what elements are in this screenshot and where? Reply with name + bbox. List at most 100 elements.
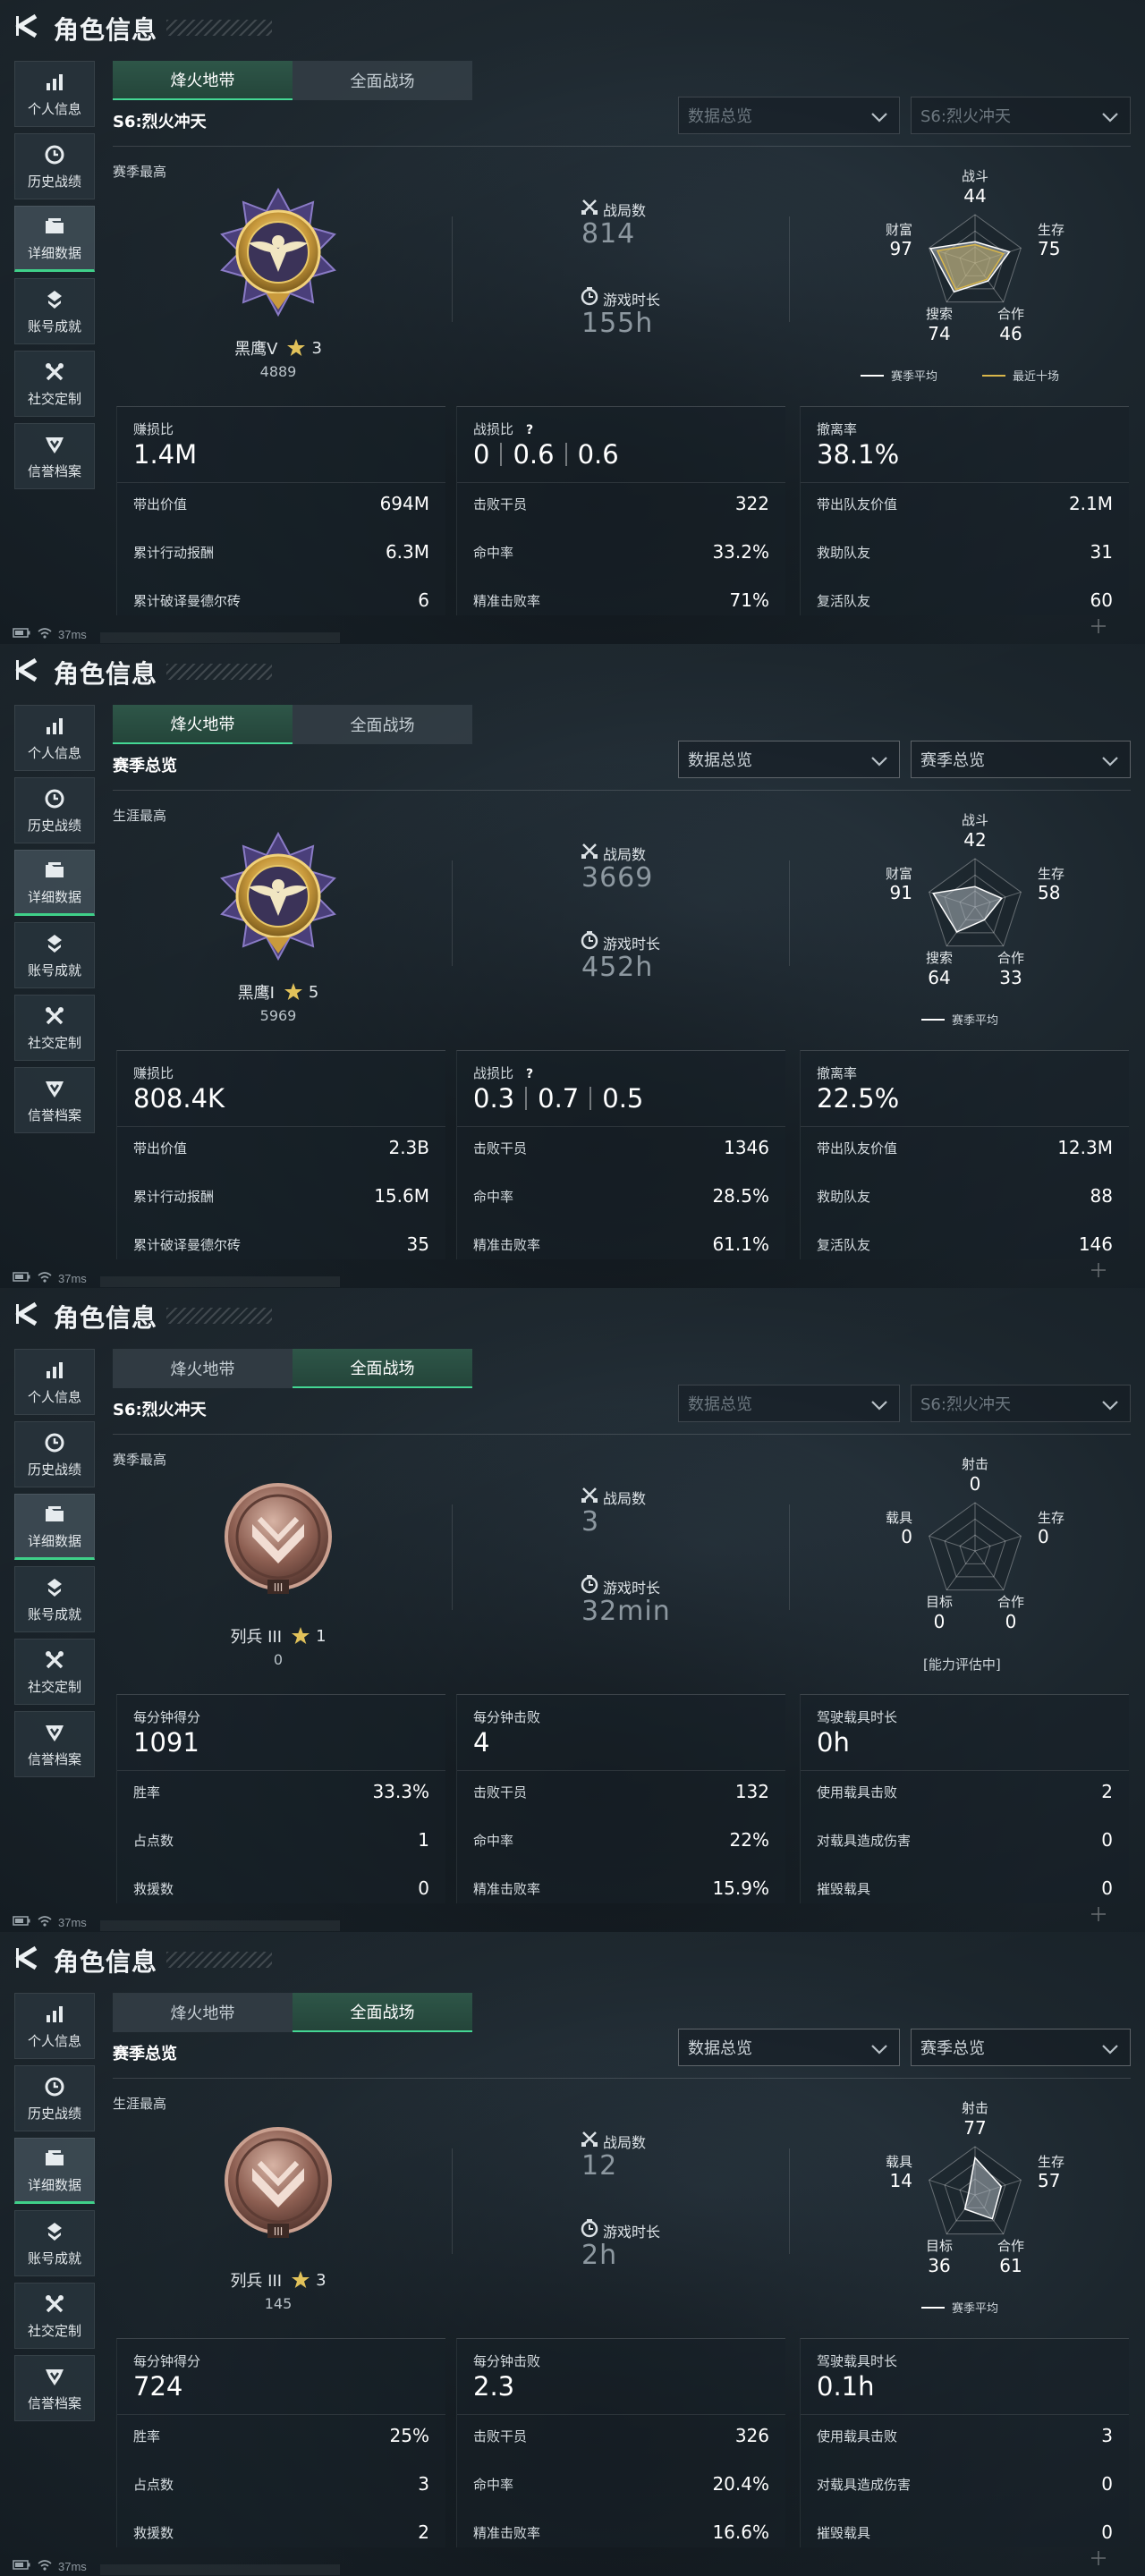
back-icon[interactable] [14, 657, 39, 683]
card-row: 命中率 20.4% [473, 2473, 769, 2495]
legend-swatch [921, 1018, 945, 1021]
sidebar-item[interactable]: 详细数据 [14, 1494, 95, 1560]
season-dropdown[interactable]: 赛季总览 [911, 2029, 1131, 2066]
sidebar-item[interactable]: 详细数据 [14, 206, 95, 272]
tab-mode[interactable]: 烽火地带 [113, 61, 293, 100]
sidebar-item[interactable]: 信誉档案 [14, 1711, 95, 1777]
card-row: 救助队友 31 [817, 541, 1113, 563]
sidebar-item[interactable]: 详细数据 [14, 2138, 95, 2204]
sidebar-item[interactable]: 个人信息 [14, 1993, 95, 2059]
shield-icon [43, 1721, 66, 1744]
sidebar-item[interactable]: 社交定制 [14, 1639, 95, 1705]
sidebar-item[interactable]: 历史战绩 [14, 777, 95, 843]
stat-card: 撤离率 38.1% 带出队友价值 2.1M 救助队友 31 复活队友 60 [800, 406, 1129, 615]
radar-axis-label: 搜索 [926, 306, 953, 322]
sidebar-item[interactable]: 信誉档案 [14, 2355, 95, 2421]
card-head-value: 0.1h [817, 2371, 875, 2402]
season-dropdown[interactable]: S6:烈火冲天 [911, 97, 1131, 134]
radar-container: 射击0生存0合作0目标0载具0? [859, 1451, 1091, 1669]
sidebar-item[interactable]: 社交定制 [14, 351, 95, 417]
tab-mode[interactable]: 烽火地带 [113, 1349, 293, 1388]
rank-score: 0 [273, 1651, 284, 1668]
stat-card: 每分钟得分 1091 胜率 33.3% 占点数 1 救援数 0 [116, 1694, 445, 1903]
sidebar: 个人信息 历史战绩详细数据 账号成就社交定制信誉档案 [14, 61, 95, 496]
row-label: 累计行动报酬 [133, 544, 215, 561]
season-title: 赛季总览 [113, 757, 177, 775]
back-icon[interactable] [14, 1301, 39, 1327]
sidebar-item[interactable]: 社交定制 [14, 995, 95, 1061]
sidebar-item[interactable]: 个人信息 [14, 1349, 95, 1415]
sidebar-item[interactable]: 信誉档案 [14, 423, 95, 489]
radar-axis-value: 44 [963, 185, 986, 207]
row-value: 1346 [724, 1137, 769, 1158]
sidebar-item[interactable]: 账号成就 [14, 1566, 95, 1632]
back-icon[interactable] [14, 13, 39, 39]
sidebar-item[interactable]: 历史战绩 [14, 1421, 95, 1487]
divider [113, 2078, 1131, 2079]
row-label: 带出队友价值 [817, 1140, 898, 1157]
playtime-label: 游戏时长 [603, 2224, 661, 2241]
row-label: 带出队友价值 [817, 496, 898, 513]
page-title: 角色信息 [54, 1947, 158, 1977]
sidebar-item[interactable]: 账号成就 [14, 922, 95, 988]
sidebar-item[interactable]: 历史战绩 [14, 2065, 95, 2131]
crossed-swords-icon [580, 197, 599, 216]
kd-ratio-value: 0.3 [473, 1083, 515, 1114]
sidebar-item[interactable]: 详细数据 [14, 850, 95, 916]
sidebar-item[interactable]: 信誉档案 [14, 1067, 95, 1133]
sidebar-item[interactable]: 账号成就 [14, 278, 95, 344]
matches-value: 12 [581, 2150, 618, 2182]
help-icon[interactable]: ? [522, 1066, 537, 1081]
radar-axis-label: 射击 [962, 2100, 988, 2116]
sidebar-item[interactable]: 个人信息 [14, 705, 95, 771]
matches-label: 战局数 [603, 1490, 647, 1507]
row-value: 0 [1101, 1829, 1113, 1851]
sidebar-item[interactable]: 历史战绩 [14, 133, 95, 199]
stitched-screenshots: 角色信息 个人信息 历史战绩 详细数据 账号成就 社交定制 信誉档案 烽火地带 全面战场 S6:烈… [0, 0, 1145, 2576]
tab-mode[interactable]: 全面战场 [293, 61, 472, 100]
tab-mode[interactable]: 烽火地带 [113, 1993, 293, 2032]
card-row: 复活队友 146 [817, 1233, 1113, 1255]
rank-line: 黑鹰I 5 [184, 980, 372, 1004]
top-bar: 角色信息 [0, 0, 1145, 55]
tab-mode[interactable]: 全面战场 [293, 1993, 472, 2032]
season-dropdown[interactable]: S6:烈火冲天 [911, 1385, 1131, 1422]
divider [452, 216, 453, 322]
top-bar: 角色信息 [0, 1932, 1145, 1987]
kd-ratio-row: 0 0.6 0.6 [473, 439, 619, 470]
divider [789, 1504, 790, 1610]
folder-icon [43, 1503, 66, 1526]
card-head-label: 赚损比 [133, 1063, 174, 1082]
divider [117, 1770, 445, 1771]
data-type-dropdown[interactable]: 数据总览 [678, 1385, 900, 1422]
tab-mode[interactable]: 烽火地带 [113, 705, 293, 744]
data-type-dropdown[interactable]: 数据总览 [678, 741, 900, 778]
data-type-dropdown[interactable]: 数据总览 [678, 97, 900, 134]
card-row: 精准击败率 71% [473, 589, 769, 611]
wifi-icon [37, 2558, 58, 2574]
radar-chart: 战斗42 生存58 合作33 搜索64 财富91 [886, 812, 1064, 988]
clock-icon [43, 2075, 66, 2098]
tools-icon [43, 360, 66, 384]
stat-card: 战损比? 0 0.6 0.6 击败干员 322 命中率 33.2% 精准击败率 71% [456, 406, 785, 615]
achievement-icon [43, 1576, 66, 1599]
row-value: 33.3% [372, 1781, 429, 1802]
row-label: 复活队友 [817, 1236, 871, 1253]
tab-mode[interactable]: 全面战场 [293, 705, 472, 744]
ratio-separator [564, 443, 567, 466]
sidebar-item[interactable]: 社交定制 [14, 2283, 95, 2349]
sidebar-item[interactable]: 个人信息 [14, 61, 95, 127]
help-icon[interactable]: ? [522, 422, 537, 437]
card-row: 精准击败率 61.1% [473, 1233, 769, 1255]
season-dropdown[interactable]: 赛季总览 [911, 741, 1131, 778]
card-head-label-text: 每分钟击败 [473, 1709, 541, 1725]
row-label: 命中率 [473, 544, 514, 561]
back-icon[interactable] [14, 1945, 39, 1971]
sidebar-item-label: 社交定制 [27, 390, 81, 407]
sidebar-item[interactable]: 账号成就 [14, 2210, 95, 2276]
chevron-down-icon [870, 109, 888, 123]
tab-mode[interactable]: 全面战场 [293, 1349, 472, 1388]
radar-container: 战斗 42 生存 58 合作 33 搜索 64 财富 91 [859, 807, 1091, 1025]
radar-legend-item: 赛季平均 [921, 1011, 998, 1028]
data-type-dropdown[interactable]: 数据总览 [678, 2029, 900, 2066]
